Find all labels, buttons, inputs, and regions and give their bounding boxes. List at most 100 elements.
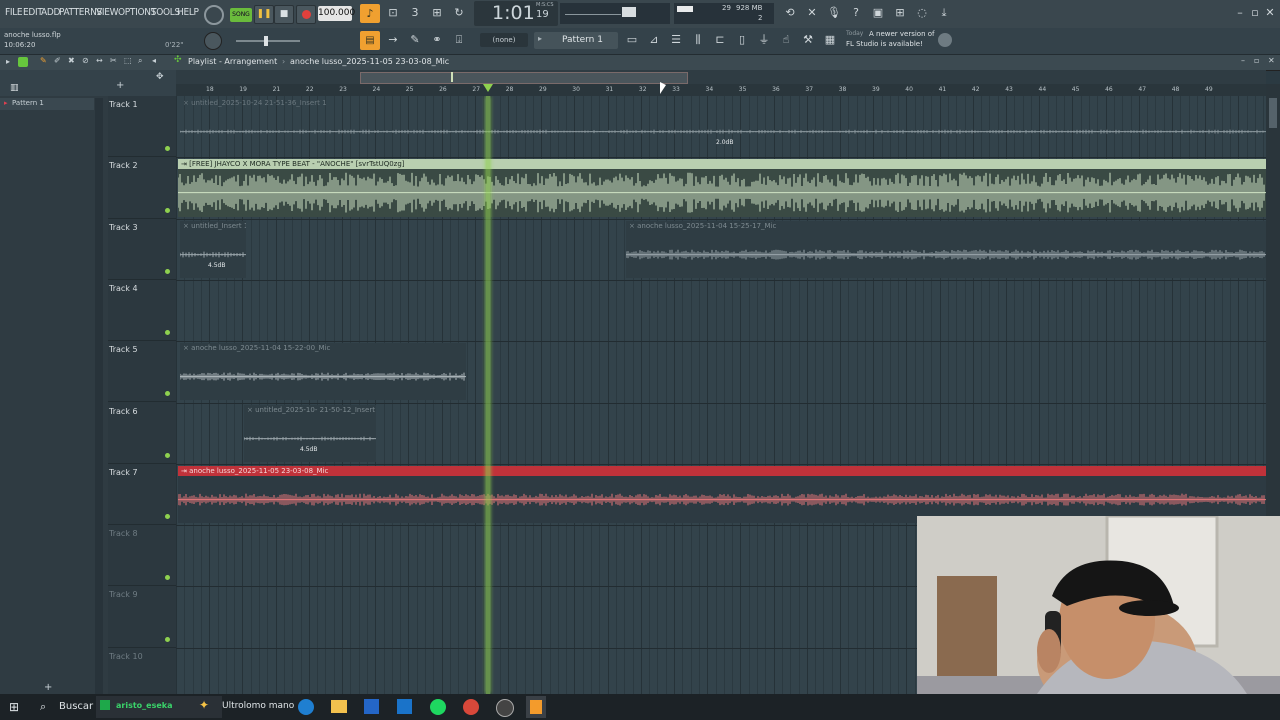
audio-clip[interactable]: × untitled_2025-10-24 21-51-36_Insert 1 2… bbox=[180, 98, 1266, 155]
plugin-picker-icon[interactable]: ▯ bbox=[732, 31, 752, 50]
slice-tool-icon[interactable]: ✂ bbox=[110, 56, 117, 65]
help-icon[interactable]: ? bbox=[846, 4, 866, 23]
snap-select[interactable]: (none) bbox=[480, 33, 528, 47]
track-mute-led[interactable] bbox=[165, 146, 170, 152]
main-volume-knob[interactable] bbox=[204, 32, 222, 50]
play-tool-icon[interactable]: ◂ bbox=[152, 56, 156, 65]
save-icon[interactable]: ▣ bbox=[868, 4, 888, 23]
outlook-icon[interactable] bbox=[397, 699, 412, 714]
track-mute-led[interactable] bbox=[165, 207, 170, 213]
paint-tool-icon[interactable]: ✐ bbox=[54, 56, 61, 65]
audio-clip[interactable]: × untitled_2025-10- 21-50-12_Insert 1 4.5… bbox=[244, 404, 376, 462]
horizontal-scrollbar[interactable] bbox=[360, 72, 688, 84]
track-mute-led[interactable] bbox=[165, 636, 170, 642]
pause-button[interactable]: ❚❚ bbox=[254, 5, 274, 24]
channel-rack-icon[interactable]: ☰ bbox=[666, 31, 686, 50]
minimize-icon[interactable]: – bbox=[1234, 4, 1246, 23]
spotify-icon[interactable] bbox=[430, 699, 446, 715]
menu-view[interactable]: VIEW bbox=[96, 7, 118, 18]
playlist-menu-icon[interactable]: ▸ bbox=[6, 57, 10, 66]
piano-roll-icon[interactable]: ⊿ bbox=[644, 31, 664, 50]
playlist-window-icon[interactable]: ▭ bbox=[622, 31, 642, 50]
track-header[interactable]: Track 2 bbox=[108, 157, 176, 219]
track-mute-led[interactable] bbox=[165, 575, 170, 581]
magnet-icon[interactable] bbox=[18, 57, 28, 67]
select-tool-icon[interactable]: ⬚ bbox=[124, 56, 132, 65]
pencil-icon[interactable]: ✎ bbox=[405, 31, 425, 50]
mute-tool-icon[interactable]: ⊘ bbox=[82, 56, 89, 65]
stamp-icon[interactable]: ⍗ bbox=[449, 31, 469, 50]
touch-icon[interactable]: ☝ bbox=[776, 31, 796, 50]
zoom-tool-icon[interactable]: ⌕ bbox=[138, 56, 142, 66]
playlist-close-icon[interactable]: ✕ bbox=[1268, 56, 1275, 65]
download-icon[interactable]: ⤓ bbox=[934, 4, 954, 23]
mixer-icon[interactable]: ✕ bbox=[802, 4, 822, 23]
plugin-icon[interactable]: ⊞ bbox=[890, 4, 910, 23]
playhead-line[interactable] bbox=[486, 96, 490, 694]
obs-icon[interactable] bbox=[496, 699, 514, 717]
panel-scrollbar[interactable] bbox=[95, 98, 103, 694]
track-header[interactable]: Track 4 bbox=[108, 280, 176, 342]
store-icon[interactable] bbox=[364, 699, 379, 714]
track-mute-led[interactable] bbox=[165, 452, 170, 458]
track-header[interactable]: Track 9 bbox=[108, 586, 176, 648]
layout-icon[interactable]: ▦ bbox=[820, 31, 840, 50]
draw-tool-icon[interactable]: ✎ bbox=[40, 56, 47, 65]
fl-studio-task[interactable] bbox=[526, 696, 546, 718]
wait-input-icon[interactable]: ⊡ bbox=[383, 4, 403, 23]
track-mute-led[interactable] bbox=[165, 330, 170, 336]
timeline-ruler[interactable]: 18 19 21 22 23 24 25 26 27 28 29 30 31 32 33 34 35 36 37 38… bbox=[176, 84, 1266, 96]
audio-clip[interactable]: ⇥ [FREE] JHAYCO X MORA TYPE BEAT - "ANOC… bbox=[178, 159, 1266, 217]
playlist-maximize-icon[interactable]: ▫ bbox=[1254, 56, 1259, 65]
tempo-display[interactable]: 100.000 bbox=[318, 6, 355, 21]
restore-icon[interactable]: ▫ bbox=[1249, 4, 1261, 23]
taskbar-app2[interactable]: Ultrolomo mano bbox=[222, 701, 294, 711]
track-header[interactable]: Track 5 bbox=[108, 341, 176, 403]
track-mute-led[interactable] bbox=[165, 391, 170, 397]
menu-edit[interactable]: EDIT bbox=[23, 7, 43, 18]
audio-clip[interactable]: ⇥ anoche lusso_2025-11-05 23-03-08_Mic bbox=[178, 465, 1266, 524]
edge-icon[interactable] bbox=[298, 699, 314, 715]
playlist-minimize-icon[interactable]: – bbox=[1241, 56, 1245, 65]
track-header[interactable]: Track 3 bbox=[108, 219, 176, 280]
taskbar-search[interactable]: Buscar bbox=[59, 701, 93, 712]
audio-clip[interactable]: × untitled_Insert 1 4.5dB bbox=[180, 220, 246, 278]
audio-clip[interactable]: × anoche lusso_2025-11-04 15-25-17_Mic bbox=[626, 220, 1266, 278]
mixer-window-icon[interactable]: ⫼ bbox=[688, 31, 708, 50]
close-icon[interactable]: ✕ bbox=[1264, 4, 1276, 23]
link-icon[interactable]: ⚭ bbox=[427, 31, 447, 50]
step-edit-icon[interactable]: ⊞ bbox=[427, 4, 447, 23]
track-mute-led[interactable] bbox=[165, 514, 170, 520]
update-icon[interactable] bbox=[938, 33, 952, 47]
master-pitch-slider[interactable] bbox=[236, 36, 300, 46]
track-header[interactable]: Track 8 bbox=[108, 525, 176, 587]
search-icon[interactable]: ⌕ bbox=[40, 700, 46, 714]
track-header[interactable]: Track 6 bbox=[108, 403, 176, 464]
audio-clip[interactable]: × anoche lusso_2025-11-04 15-22-00_Mic bbox=[180, 343, 466, 401]
pitch-knob[interactable] bbox=[204, 5, 224, 25]
move-icon[interactable]: ✥ bbox=[156, 72, 164, 82]
pattern-list-item[interactable]: ▸ Pattern 1 bbox=[0, 98, 94, 110]
chrome-icon[interactable] bbox=[463, 699, 479, 715]
menu-help[interactable]: HELP bbox=[177, 7, 199, 18]
news-line[interactable]: A newer version of bbox=[869, 30, 935, 38]
track-header[interactable]: Track 7 bbox=[108, 464, 176, 526]
news-line-2[interactable]: FL Studio is available! bbox=[846, 40, 923, 48]
menu-file[interactable]: FILE bbox=[5, 7, 23, 18]
undo-icon[interactable]: ⟲ bbox=[780, 4, 800, 23]
folder-icon[interactable] bbox=[331, 700, 347, 713]
track-mute-led[interactable] bbox=[165, 268, 170, 274]
playhead-marker[interactable] bbox=[483, 84, 493, 92]
track-header[interactable]: Track 1 bbox=[108, 96, 176, 158]
delete-tool-icon[interactable]: ✖ bbox=[68, 56, 75, 65]
playlist-icon[interactable]: ▤ bbox=[360, 31, 380, 50]
chat-icon[interactable]: ◌ bbox=[912, 4, 932, 23]
windows-start-icon[interactable]: ⊞ bbox=[9, 700, 19, 714]
browser-icon[interactable]: ⊏ bbox=[710, 31, 730, 50]
mic-icon[interactable]: 🎙 bbox=[824, 4, 844, 23]
song-mode-toggle[interactable]: SONG bbox=[230, 8, 252, 22]
loop-record-icon[interactable]: ↻ bbox=[449, 4, 469, 23]
add-icon[interactable]: + bbox=[44, 682, 52, 693]
add-track-icon[interactable]: + bbox=[116, 80, 124, 91]
metronome-icon[interactable]: ♪ bbox=[360, 4, 380, 23]
